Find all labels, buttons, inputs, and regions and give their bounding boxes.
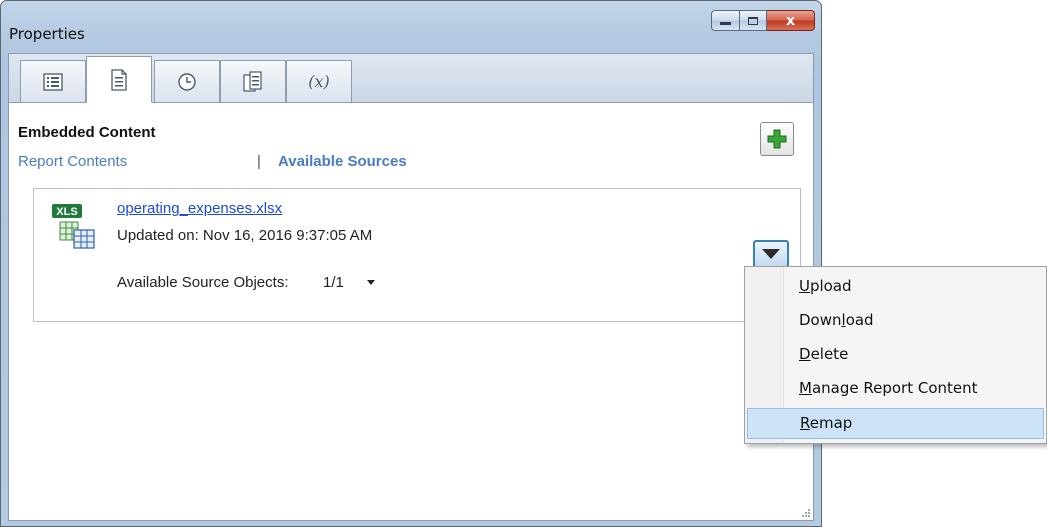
source-item: XLS operating_expenses.xlsx Updated on: … bbox=[33, 188, 801, 322]
title-bar[interactable]: Properties x bbox=[1, 1, 821, 53]
close-button[interactable]: x bbox=[767, 10, 815, 31]
list-icon bbox=[43, 72, 63, 91]
green-plus-icon bbox=[767, 129, 787, 149]
xls-label: XLS bbox=[56, 206, 77, 218]
source-objects-value[interactable]: 1/1 bbox=[323, 274, 344, 291]
source-objects-caret-icon[interactable] bbox=[367, 280, 375, 285]
minimize-icon bbox=[720, 22, 731, 25]
maximize-icon bbox=[748, 16, 758, 25]
tab-history[interactable] bbox=[154, 60, 220, 102]
minimize-button[interactable] bbox=[711, 10, 740, 31]
report-contents-link[interactable]: Report Contents bbox=[18, 153, 127, 170]
tab-variables[interactable]: (x) bbox=[286, 60, 352, 102]
menu-item-delete[interactable]: Delete bbox=[747, 339, 1044, 370]
delete-mnemonic: D bbox=[799, 345, 811, 363]
download-label-end: oad bbox=[845, 311, 874, 329]
manage-label: anage Report Content bbox=[811, 379, 978, 397]
available-sources-link[interactable]: Available Sources bbox=[278, 153, 407, 170]
add-source-button[interactable] bbox=[760, 122, 794, 156]
maximize-button[interactable] bbox=[740, 10, 767, 31]
clock-icon bbox=[178, 72, 196, 91]
source-file-link[interactable]: operating_expenses.xlsx bbox=[117, 200, 282, 217]
nav-separator: | bbox=[257, 153, 261, 170]
upload-mnemonic: U bbox=[799, 277, 810, 295]
tab-strip: (x) bbox=[9, 54, 813, 103]
tab-list[interactable] bbox=[20, 60, 86, 102]
source-actions-menu: Upload Download Delete Manage Report Con… bbox=[744, 266, 1047, 444]
upload-label: pload bbox=[809, 277, 852, 295]
updated-timestamp: Updated on: Nov 16, 2016 9:37:05 AM bbox=[117, 227, 373, 244]
window-controls: x bbox=[711, 10, 815, 32]
tab-copy[interactable] bbox=[220, 60, 286, 102]
menu-item-download[interactable]: Download bbox=[747, 305, 1044, 336]
variable-icon: (x) bbox=[308, 72, 330, 91]
properties-window: Properties x (x) Embedded Content Report… bbox=[0, 0, 822, 527]
xls-file-icon: XLS bbox=[52, 204, 95, 249]
properties-panel: (x) Embedded Content Report Contents | A… bbox=[8, 53, 814, 521]
delete-label: elete bbox=[810, 345, 849, 363]
chevron-down-icon bbox=[762, 249, 780, 259]
resize-grip-icon[interactable] bbox=[801, 508, 811, 518]
source-actions-dropdown-button[interactable] bbox=[753, 240, 789, 268]
manage-mnemonic: M bbox=[799, 379, 812, 397]
remap-mnemonic: R bbox=[800, 414, 810, 432]
download-label-start: Down bbox=[799, 311, 842, 329]
copy-document-icon bbox=[243, 70, 262, 92]
menu-item-upload[interactable]: Upload bbox=[747, 271, 1044, 302]
section-title: Embedded Content bbox=[18, 124, 156, 141]
menu-item-remap[interactable]: Remap bbox=[747, 408, 1044, 439]
source-objects-label: Available Source Objects: bbox=[117, 274, 289, 291]
document-icon bbox=[111, 68, 127, 91]
tab-document[interactable] bbox=[86, 56, 152, 103]
close-icon: x bbox=[785, 12, 796, 29]
remap-label: emap bbox=[809, 414, 853, 432]
window-title: Properties bbox=[9, 25, 85, 43]
menu-item-manage-report-content[interactable]: Manage Report Content bbox=[747, 373, 1044, 404]
